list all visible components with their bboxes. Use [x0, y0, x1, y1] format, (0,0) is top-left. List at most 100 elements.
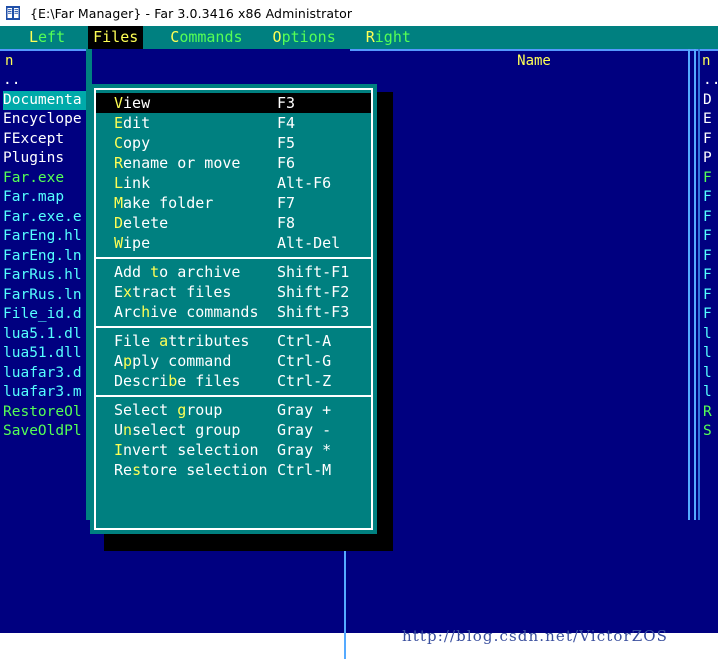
file-row[interactable]: FarRus.hl — [3, 266, 90, 286]
menu-item-delete[interactable]: Delete F8 — [96, 213, 371, 233]
menu-item-archive-commands[interactable]: Archive commands Shift-F3 — [96, 302, 371, 322]
menu-item-shortcut: Gray - — [277, 421, 332, 439]
menu-item-label: Edit — [114, 114, 151, 132]
menu-item-shortcut: Ctrl-A — [277, 332, 332, 350]
menu-item-extract-files[interactable]: Extract files Shift-F2 — [96, 282, 371, 302]
file-row[interactable]: lua51.dll — [3, 344, 90, 364]
menu-item-label: File attributes — [114, 332, 250, 350]
menu-item-view[interactable]: View F3 — [96, 93, 371, 113]
menu-item-shortcut: Ctrl-M — [277, 461, 332, 479]
file-row[interactable]: .. — [3, 71, 90, 91]
menu-item-shortcut: Gray * — [277, 441, 332, 459]
file-row[interactable]: F — [703, 130, 718, 150]
file-row[interactable]: .. — [703, 71, 718, 91]
file-row[interactable]: l — [703, 344, 718, 364]
file-row[interactable]: FExcept — [3, 130, 90, 150]
menu-item-label: View — [114, 94, 151, 112]
file-row[interactable]: F — [703, 286, 718, 306]
menu-item-make-folder[interactable]: Make folder F7 — [96, 193, 371, 213]
menu-item-unselect-group[interactable]: Unselect group Gray - — [96, 420, 371, 440]
file-row[interactable]: Far.exe.e — [3, 208, 90, 228]
files-dropdown-menu[interactable]: View F3 Edit F4 Copy F5 Rename or move F6 Link Al… — [90, 84, 377, 534]
menu-item-label: Copy — [114, 134, 151, 152]
file-row[interactable]: F — [703, 169, 718, 189]
menu-item-edit[interactable]: Edit F4 — [96, 113, 371, 133]
menu-item-shortcut: Alt-Del — [277, 234, 341, 252]
file-row[interactable]: F — [703, 247, 718, 267]
file-row[interactable]: File_id.d — [3, 305, 90, 325]
menubar-item-options[interactable]: Options — [268, 26, 341, 49]
menu-item-label: Describe files — [114, 372, 241, 390]
file-row[interactable]: FarEng.hl — [3, 227, 90, 247]
file-row[interactable]: luafar3.m — [3, 383, 90, 403]
right-file-panel[interactable]: Name — [350, 49, 718, 520]
file-row[interactable]: D — [703, 91, 718, 111]
window-title: {E:\Far Manager} - Far 3.0.3416 x86 Admi… — [30, 5, 353, 21]
file-row[interactable]: S — [703, 422, 718, 442]
far-right-clipped-file-list[interactable]: n ..DEFPFFFFFFFFllllRS — [700, 49, 718, 520]
menu-item-invert-selection[interactable]: Invert selection Gray * — [96, 440, 371, 460]
menu-item-label: Rename or move — [114, 154, 241, 172]
menu-item-label: Apply command — [114, 352, 232, 370]
file-row[interactable]: P — [703, 149, 718, 169]
menu-item-label: Archive commands — [114, 303, 259, 321]
file-row[interactable]: F — [703, 227, 718, 247]
left-file-panel[interactable]: n .. Documenta Encyclope FExcept Plugins Far.… — [0, 49, 92, 520]
menu-separator — [96, 253, 371, 262]
file-row[interactable]: F — [703, 305, 718, 325]
menubar-item-left[interactable]: Left — [24, 26, 70, 49]
left-file-list[interactable]: .. Documenta Encyclope FExcept Plugins Far.ex… — [0, 71, 90, 442]
menu-item-select-group[interactable]: Select group Gray + — [96, 400, 371, 420]
far-right-panel-header: n — [702, 53, 711, 69]
file-row[interactable]: FarRus.ln — [3, 286, 90, 306]
menu-item-restore-selection[interactable]: Restore selection Ctrl-M — [96, 460, 371, 480]
file-row[interactable]: lua5.1.dl — [3, 325, 90, 345]
menubar-spacer — [0, 26, 24, 49]
left-panel-header: n — [5, 53, 14, 69]
window-titlebar: {E:\Far Manager} - Far 3.0.3416 x86 Admi… — [0, 0, 718, 26]
file-row[interactable]: F — [703, 266, 718, 286]
menu-item-describe-files[interactable]: Describe files Ctrl-Z — [96, 371, 371, 391]
menubar-spacer — [341, 26, 361, 49]
menu-item-apply-command[interactable]: Apply command Ctrl-G — [96, 351, 371, 371]
file-row[interactable]: R — [703, 403, 718, 423]
file-row[interactable]: Plugins — [3, 149, 90, 169]
menu-item-shortcut: F5 — [277, 134, 296, 152]
right-file-list[interactable]: ..DEFPFFFFFFFFllllRS — [700, 71, 718, 442]
file-row[interactable]: Documenta — [3, 90, 90, 110]
menu-bar[interactable]: Left Files Commands Options Right — [0, 26, 718, 49]
file-row[interactable]: E — [703, 110, 718, 130]
file-row[interactable]: l — [703, 383, 718, 403]
menu-item-label: Invert selection — [114, 441, 259, 459]
file-row[interactable]: Encyclope — [3, 110, 90, 130]
menu-item-file-attributes[interactable]: File attributes Ctrl-A — [96, 331, 371, 351]
menu-item-wipe[interactable]: Wipe Alt-Del — [96, 233, 371, 253]
menu-item-rename-or-move[interactable]: Rename or move F6 — [96, 153, 371, 173]
file-row[interactable]: FarEng.ln — [3, 247, 90, 267]
file-row[interactable]: RestoreOl — [3, 403, 90, 423]
menu-item-shortcut: F6 — [277, 154, 296, 172]
menubar-item-commands[interactable]: Commands — [165, 26, 247, 49]
file-row[interactable]: Far.exe — [3, 169, 90, 189]
menu-item-label: Link — [114, 174, 151, 192]
file-row[interactable]: l — [703, 325, 718, 345]
menu-item-label: Extract files — [114, 283, 232, 301]
menu-item-label: Unselect group — [114, 421, 241, 439]
menubar-spacer — [143, 26, 165, 49]
file-row[interactable]: F — [703, 208, 718, 228]
file-row[interactable]: Far.map — [3, 188, 90, 208]
menu-item-link[interactable]: Link Alt-F6 — [96, 173, 371, 193]
menu-separator — [96, 391, 371, 400]
menu-separator — [96, 322, 371, 331]
file-row[interactable]: luafar3.d — [3, 364, 90, 384]
menubar-item-files[interactable]: Files — [88, 26, 144, 49]
file-row[interactable]: F — [703, 188, 718, 208]
menu-item-shortcut: Ctrl-G — [277, 352, 332, 370]
file-row[interactable]: l — [703, 364, 718, 384]
menu-item-add-to-archive[interactable]: Add to archive Shift-F1 — [96, 262, 371, 282]
menu-item-label: Make folder — [114, 194, 214, 212]
menu-item-label: Delete — [114, 214, 169, 232]
menu-item-copy[interactable]: Copy F5 — [96, 133, 371, 153]
menubar-item-right[interactable]: Right — [361, 26, 416, 49]
file-row[interactable]: SaveOldPl — [3, 422, 90, 442]
